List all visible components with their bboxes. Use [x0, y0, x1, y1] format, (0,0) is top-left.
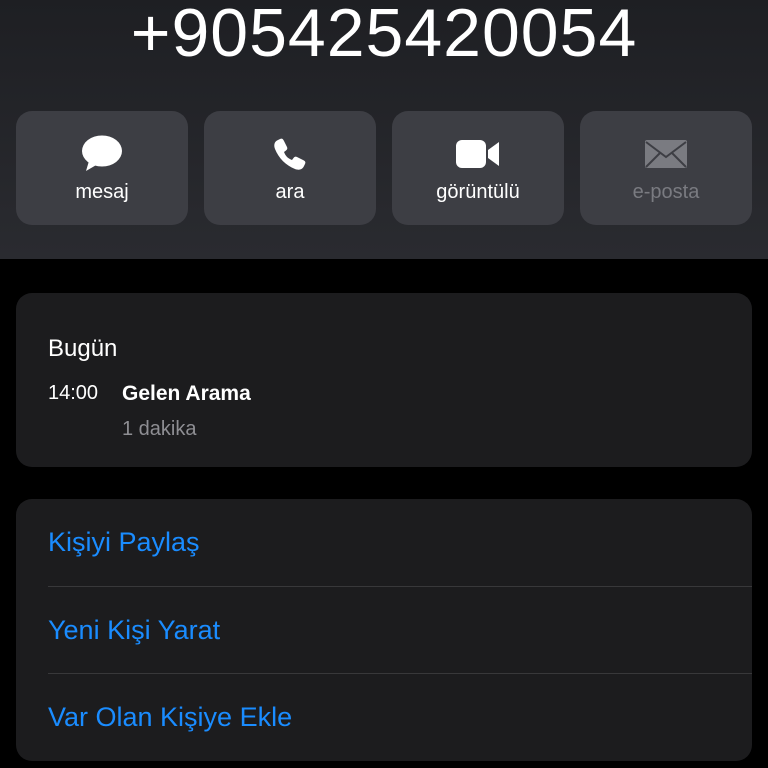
video-camera-icon [392, 135, 564, 173]
contact-header: +905425420054 mesaj ara görüntülü e-post… [0, 0, 768, 259]
email-button-label: e-posta [632, 181, 700, 203]
add-to-existing-contact-option[interactable]: Var Olan Kişiye Ekle [48, 673, 752, 760]
history-day-heading: Bugün [48, 335, 118, 362]
call-button[interactable]: ara [204, 111, 376, 225]
call-button-label: ara [275, 181, 305, 203]
create-new-contact-option[interactable]: Yeni Kişi Yarat [48, 586, 752, 673]
call-type: Gelen Arama [122, 382, 251, 405]
phone-icon [204, 135, 376, 173]
message-button[interactable]: mesaj [16, 111, 188, 225]
video-call-button-label: görüntülü [436, 181, 520, 203]
call-duration: 1 dakika [122, 418, 197, 440]
call-history-card: Bugün 14:00 Gelen Arama 1 dakika [16, 293, 752, 467]
envelope-icon [580, 135, 752, 173]
email-button[interactable]: e-posta [580, 111, 752, 225]
quick-actions-bar: mesaj ara görüntülü e-posta [16, 111, 752, 225]
message-bubble-icon [16, 135, 188, 173]
share-contact-option[interactable]: Kişiyi Paylaş [48, 499, 752, 586]
call-time: 14:00 [48, 382, 99, 404]
contact-options-card: Kişiyi Paylaş Yeni Kişi Yarat Var Olan K… [16, 499, 752, 761]
phone-number-title: +905425420054 [130, 0, 638, 71]
message-button-label: mesaj [75, 181, 129, 203]
video-call-button[interactable]: görüntülü [392, 111, 564, 225]
